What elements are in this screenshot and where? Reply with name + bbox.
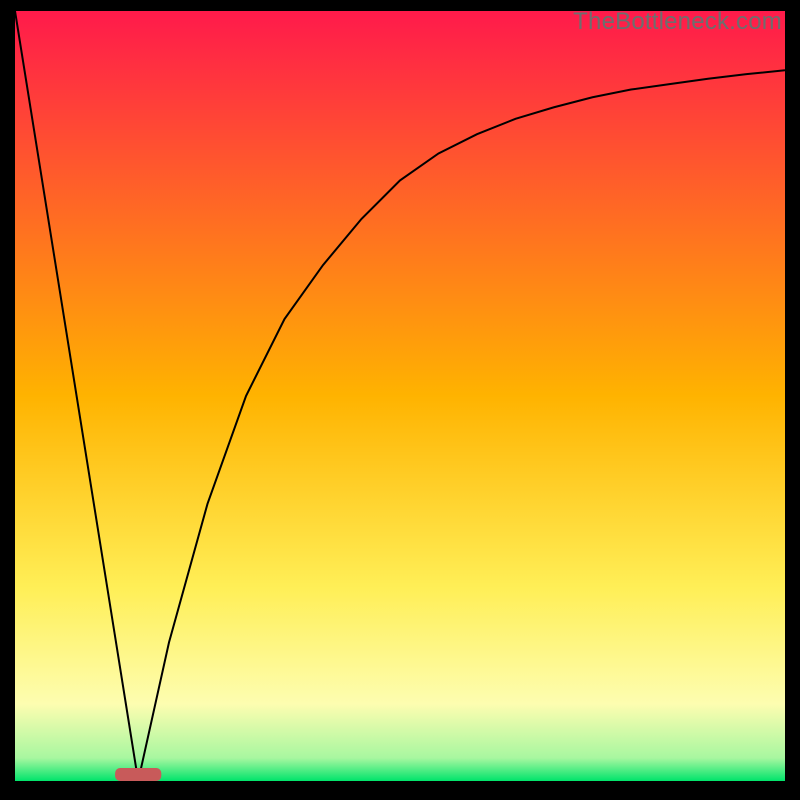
gradient-background: [15, 11, 785, 781]
bottleneck-chart: [15, 11, 785, 781]
optimum-marker-rect: [115, 768, 161, 781]
optimum-marker: [115, 768, 161, 781]
watermark-text: TheBottleneck.com: [573, 8, 782, 36]
chart-frame: [15, 11, 785, 781]
